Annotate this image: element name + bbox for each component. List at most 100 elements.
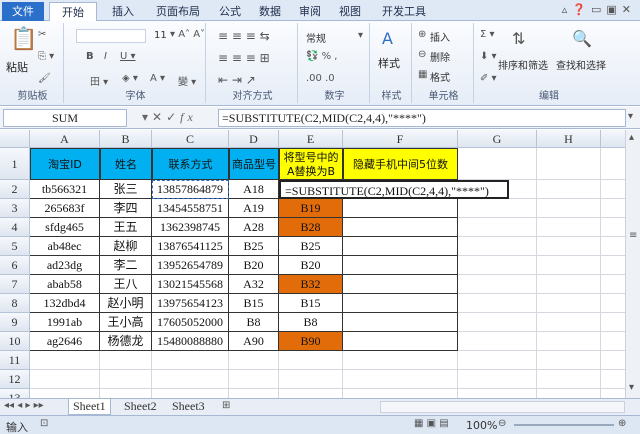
data-cell-a5[interactable]: ab48ec (30, 237, 100, 256)
editing-cell-e2[interactable]: =SUBSTITUTE(C2,MID(C2,4,4),"****") (279, 180, 509, 199)
cell-h4[interactable] (537, 218, 601, 237)
row-header-6[interactable]: 6 (0, 256, 30, 275)
help-icon[interactable]: ❓ (572, 3, 591, 16)
cell-h9[interactable] (537, 313, 601, 332)
window-controls[interactable]: ▵❓▭▣✕ (562, 3, 636, 16)
data-cell-f10[interactable] (343, 332, 458, 351)
data-cell-c3[interactable]: 13454558751 (152, 199, 229, 218)
minimize-icon[interactable]: ▭ (591, 3, 606, 16)
font-color-icon[interactable]: A ▾ (150, 73, 165, 84)
data-cell-b6[interactable]: 李二 (100, 256, 152, 275)
cell-h1[interactable] (537, 148, 601, 180)
cell-g4[interactable] (458, 218, 537, 237)
tab-page-layout[interactable]: 页面布局 (148, 2, 208, 21)
bold-icon[interactable]: B (86, 51, 94, 62)
data-cell-e10[interactable]: B90 (279, 332, 343, 351)
currency-icon[interactable]: 💱 % , (306, 51, 338, 62)
row-header-12[interactable]: 12 (0, 370, 30, 389)
cell-h11[interactable] (537, 351, 601, 370)
row-header-2[interactable]: 2 (0, 180, 30, 199)
cell-h2[interactable] (537, 180, 601, 199)
tab-home[interactable]: 开始 (49, 2, 97, 22)
row-header-1[interactable]: 1 (0, 148, 30, 180)
data-cell-d2[interactable]: A18 (229, 180, 279, 199)
data-cell-c10[interactable]: 15480088880 (152, 332, 229, 351)
tab-insert[interactable]: 插入 (103, 2, 143, 21)
cell-h3[interactable] (537, 199, 601, 218)
data-cell-a8[interactable]: 132dbd4 (30, 294, 100, 313)
autosum-icon[interactable]: Σ ▾ (480, 29, 495, 40)
left-align-icon[interactable]: ≡ ≡ ≡ ⊞ (218, 51, 270, 65)
data-cell-d10[interactable]: A90 (229, 332, 279, 351)
restore-icon[interactable]: ▣ (606, 3, 621, 16)
data-cell-b7[interactable]: 王八 (100, 275, 152, 294)
tab-formulas[interactable]: 公式 (212, 2, 248, 21)
paste-icon[interactable]: 📋 (10, 27, 37, 52)
cell-h7[interactable] (537, 275, 601, 294)
file-tab[interactable]: 文件 (2, 2, 44, 21)
format-cells-icon[interactable]: ▦ (418, 69, 427, 80)
data-cell-d4[interactable]: A28 (229, 218, 279, 237)
number-format-dropdown[interactable]: 常规 (306, 30, 326, 45)
column-header-e[interactable]: E (279, 130, 343, 148)
styles-button[interactable]: 样式 (378, 55, 400, 71)
header-cell-f[interactable]: 隐藏手机中间5位数 (343, 148, 458, 180)
column-header-h[interactable]: H (537, 130, 601, 148)
insert-function-icon[interactable]: fx (180, 110, 197, 124)
cell-b13[interactable] (100, 389, 152, 398)
sort-filter-icon[interactable]: ⇅ (512, 29, 525, 48)
data-cell-d8[interactable]: B15 (229, 294, 279, 313)
split-icon[interactable]: ≡ (629, 230, 637, 241)
cell-g8[interactable] (458, 294, 537, 313)
data-cell-a4[interactable]: sfdg465 (30, 218, 100, 237)
row-header-5[interactable]: 5 (0, 237, 30, 256)
insert-cells-icon[interactable]: ⊕ (418, 29, 426, 40)
data-cell-a10[interactable]: ag2646 (30, 332, 100, 351)
data-cell-d7[interactable]: A32 (229, 275, 279, 294)
cell-d13[interactable] (229, 389, 279, 398)
cell-h8[interactable] (537, 294, 601, 313)
delete-cells-icon[interactable]: ⊖ (418, 49, 426, 60)
data-cell-e4[interactable]: B28 (279, 218, 343, 237)
sheet-tab-1[interactable]: Sheet1 (68, 399, 111, 415)
cell-b11[interactable] (100, 351, 152, 370)
data-cell-e8[interactable]: B15 (279, 294, 343, 313)
cell-g12[interactable] (458, 370, 537, 389)
zoom-slider[interactable] (514, 424, 614, 426)
column-header-d[interactable]: D (229, 130, 279, 148)
data-cell-d6[interactable]: B20 (229, 256, 279, 275)
copy-icon[interactable]: ⎘ ▾ (38, 51, 54, 62)
data-cell-c7[interactable]: 13021545568 (152, 275, 229, 294)
close-icon[interactable]: ✕ (622, 3, 636, 16)
data-cell-f8[interactable] (343, 294, 458, 313)
data-cell-f4[interactable] (343, 218, 458, 237)
name-box-dropdown-icon[interactable]: ▾ (142, 110, 152, 124)
cell-g10[interactable] (458, 332, 537, 351)
cell-d12[interactable] (229, 370, 279, 389)
cell-g3[interactable] (458, 199, 537, 218)
name-box[interactable]: SUM (3, 109, 127, 127)
cell-h13[interactable] (537, 389, 601, 398)
styles-icon[interactable]: A (382, 29, 393, 48)
tab-data[interactable]: 数据 (252, 2, 288, 21)
data-cell-e6[interactable]: B20 (279, 256, 343, 275)
cell-e12[interactable] (279, 370, 343, 389)
data-cell-e5[interactable]: B25 (279, 237, 343, 256)
data-cell-b2[interactable]: 张三 (100, 180, 152, 199)
row-header-10[interactable]: 10 (0, 332, 30, 351)
data-cell-b3[interactable]: 李四 (100, 199, 152, 218)
insert-cells-button[interactable]: 插入 (430, 29, 450, 44)
vertical-scrollbar[interactable]: ▴ ≡ ▾ (625, 130, 640, 398)
sheet-nav-icon[interactable]: ◂◂ ◂ ▸ ▸▸ (4, 400, 44, 411)
column-header-b[interactable]: B (100, 130, 152, 148)
clear-icon[interactable]: ✐ ▾ (480, 73, 497, 84)
scroll-down-icon[interactable]: ▾ (629, 382, 634, 393)
data-cell-f7[interactable] (343, 275, 458, 294)
data-cell-b8[interactable]: 赵小明 (100, 294, 152, 313)
header-cell-a[interactable]: 淘宝ID (30, 148, 100, 180)
delete-cells-button[interactable]: 删除 (430, 49, 450, 64)
cell-c12[interactable] (152, 370, 229, 389)
data-cell-e9[interactable]: B8 (279, 313, 343, 332)
find-select-button[interactable]: 查找和选择 (556, 57, 606, 72)
header-cell-b[interactable]: 姓名 (100, 148, 152, 180)
